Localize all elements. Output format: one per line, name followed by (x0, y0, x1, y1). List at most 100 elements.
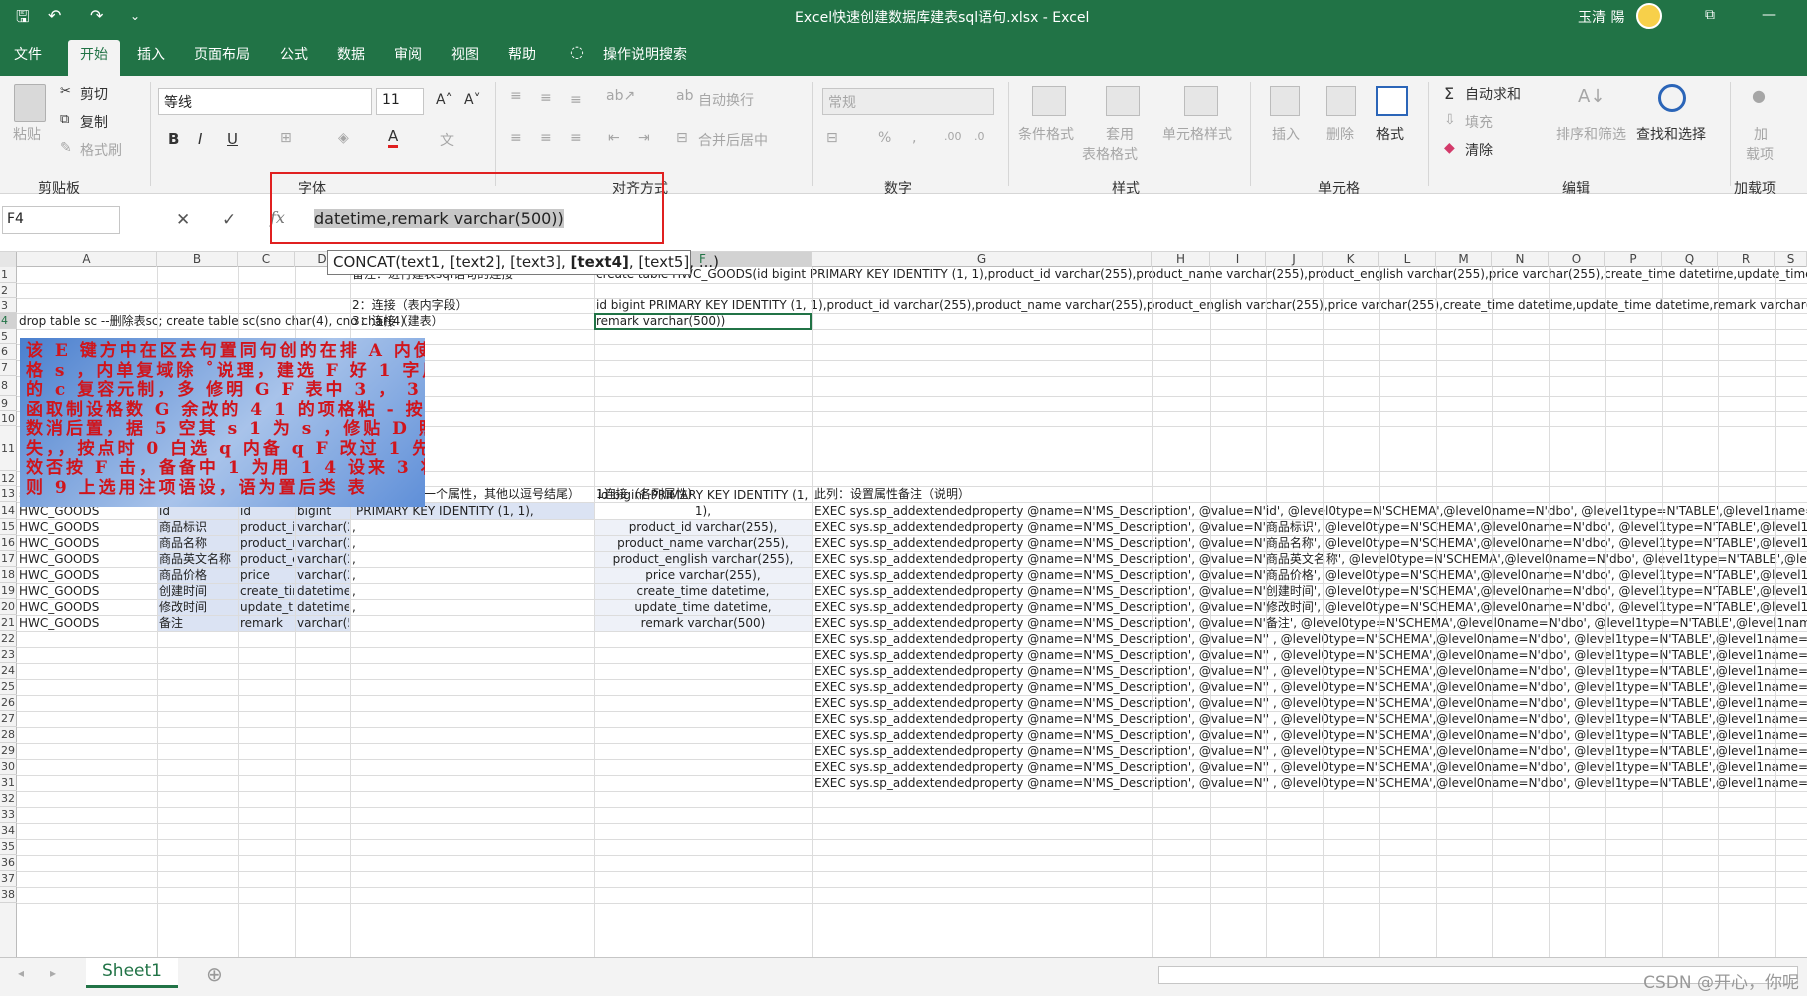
cell-F1[interactable]: create table HWC_GOODS(id bigint PRIMARY… (596, 267, 1807, 282)
cell-D18[interactable]: varchar(255) (297, 568, 349, 583)
table-format-icon[interactable] (1106, 86, 1140, 116)
column-header-p[interactable]: P (1605, 252, 1662, 267)
fill-icon[interactable]: ⇩ (1444, 112, 1456, 128)
cell-F16[interactable]: product_name varchar(255), (594, 536, 812, 551)
cell-G24[interactable]: EXEC sys.sp_addextendedproperty @name=N'… (814, 664, 1807, 679)
cell-G14[interactable]: EXEC sys.sp_addextendedproperty @name=N'… (814, 504, 1807, 519)
cell-F3[interactable]: id bigint PRIMARY KEY IDENTITY (1, 1),pr… (596, 298, 1807, 313)
autosum-icon[interactable]: Σ (1444, 84, 1454, 103)
row-header-29[interactable]: 29 (0, 743, 17, 759)
row-header-11[interactable]: 11 (0, 426, 17, 471)
cell-styles-icon[interactable] (1184, 86, 1218, 116)
bordered-cell[interactable] (295, 727, 351, 744)
clear-button[interactable]: 清除 (1465, 140, 1493, 160)
addin-button-label[interactable]: 载项 (1746, 144, 1774, 164)
row-header-2[interactable]: 2 (0, 283, 17, 298)
row-header-20[interactable]: 20 (0, 599, 17, 615)
cell-C16[interactable]: product_name (240, 536, 294, 551)
row-header-33[interactable]: 33 (0, 807, 17, 823)
tab-data[interactable]: 数据 (337, 44, 365, 64)
row-header-30[interactable]: 30 (0, 759, 17, 775)
column-header-j[interactable]: J (1266, 252, 1323, 267)
cut-icon[interactable]: ✂ (60, 84, 71, 99)
column-header-b[interactable]: B (157, 252, 238, 267)
row-header-13[interactable]: 13 (0, 486, 17, 502)
align-middle-icon[interactable]: ≡ (540, 90, 552, 106)
row-header-32[interactable]: 32 (0, 791, 17, 807)
align-center-icon[interactable]: ≡ (540, 130, 552, 146)
number-format-combo[interactable]: 常规 (822, 88, 994, 115)
row-header-16[interactable]: 16 (0, 535, 17, 551)
delete-cells-button[interactable]: 删除 (1326, 124, 1354, 144)
row-header-21[interactable]: 21 (0, 615, 17, 631)
format-cells-button[interactable]: 格式 (1376, 124, 1404, 144)
insert-cells-button[interactable]: 插入 (1272, 124, 1300, 144)
table-format-label[interactable]: 表格格式 (1082, 144, 1138, 164)
row-header-22[interactable]: 22 (0, 631, 17, 647)
column-header-i[interactable]: I (1210, 252, 1266, 267)
align-top-icon[interactable]: ≡ (510, 88, 522, 104)
cell-F17[interactable]: product_english varchar(255), (594, 552, 812, 567)
cell-A21[interactable]: HWC_GOODS (19, 616, 156, 631)
enter-icon[interactable]: ✓ (222, 210, 236, 230)
align-bottom-icon[interactable]: ≡ (570, 92, 582, 108)
decrease-decimal-icon[interactable]: .0 (974, 130, 985, 143)
tab-home[interactable]: 开始 (68, 40, 120, 76)
bordered-cell[interactable] (157, 743, 239, 760)
cell-G20[interactable]: EXEC sys.sp_addextendedproperty @name=N'… (814, 600, 1807, 615)
add-sheet-icon[interactable]: ⊕ (206, 962, 223, 986)
tab-view[interactable]: 视图 (451, 44, 479, 64)
cell-E16[interactable]: , (352, 536, 593, 551)
sheet-next-icon[interactable]: ▸ (50, 966, 56, 980)
cell-F21[interactable]: remark varchar(500) (594, 616, 812, 631)
format-painter-icon[interactable]: ✎ (60, 140, 72, 156)
row-header-26[interactable]: 26 (0, 695, 17, 711)
cell-B19[interactable]: 创建时间 (159, 584, 237, 599)
tab-file[interactable]: 文件 (14, 44, 42, 64)
cell-G13[interactable]: 此列：设置属性备注（说明） (814, 487, 970, 502)
cell-F15[interactable]: product_id varchar(255), (594, 520, 812, 535)
delete-cells-icon[interactable] (1326, 86, 1356, 116)
cell-A4[interactable]: drop table sc --删除表sc; create table sc(s… (19, 314, 405, 329)
addin-icon[interactable]: ● (1752, 86, 1766, 105)
comma-button[interactable]: , (912, 130, 916, 146)
align-left-icon[interactable]: ≡ (510, 130, 522, 146)
row-header-31[interactable]: 31 (0, 775, 17, 791)
cell-C18[interactable]: price (240, 568, 294, 583)
tab-formulas[interactable]: 公式 (280, 44, 308, 64)
row-header-8[interactable]: 8 (0, 376, 17, 396)
grow-font-icon[interactable]: A˄ (436, 92, 453, 108)
cell-A19[interactable]: HWC_GOODS (19, 584, 156, 599)
cell-D20[interactable]: datetime (297, 600, 349, 615)
cell-F20[interactable]: update_time datetime, (594, 600, 812, 615)
font-name-combo[interactable]: 等线 (158, 88, 372, 115)
row-header-38[interactable]: 38 (0, 887, 17, 903)
sheet-tab-sheet1[interactable]: Sheet1 (86, 958, 178, 988)
find-select-button[interactable]: 查找和选择 (1636, 124, 1706, 144)
column-header-n[interactable]: N (1492, 252, 1549, 267)
cell-G31[interactable]: EXEC sys.sp_addextendedproperty @name=N'… (814, 776, 1807, 791)
undo-icon[interactable]: ↶ (48, 6, 61, 25)
row-header-14[interactable]: 14 (0, 502, 17, 519)
row-header-37[interactable]: 37 (0, 871, 17, 887)
cell-G26[interactable]: EXEC sys.sp_addextendedproperty @name=N'… (814, 696, 1807, 711)
cell-E17[interactable]: , (352, 552, 593, 567)
row-header-28[interactable]: 28 (0, 727, 17, 743)
avatar[interactable] (1636, 3, 1662, 29)
bold-button[interactable]: B (168, 130, 179, 148)
row-header-19[interactable]: 19 (0, 583, 17, 599)
user-name[interactable]: 玉清 陽 (1578, 7, 1624, 27)
shrink-font-icon[interactable]: A˅ (464, 92, 481, 108)
cell-B15[interactable]: 商品标识 (159, 520, 237, 535)
cell-G17[interactable]: EXEC sys.sp_addextendedproperty @name=N'… (814, 552, 1807, 567)
merge-center-button[interactable]: 合并后居中 (698, 130, 768, 150)
cell-C15[interactable]: product_id (240, 520, 294, 535)
column-header-k[interactable]: K (1323, 252, 1379, 267)
column-header-h[interactable]: H (1152, 252, 1210, 267)
sheet-prev-icon[interactable]: ◂ (18, 966, 24, 980)
column-header-o[interactable]: O (1549, 252, 1605, 267)
column-header-s[interactable]: S (1775, 252, 1807, 267)
active-cell-F4[interactable] (594, 313, 812, 330)
cell-E4[interactable]: 3：连接（建表） (352, 314, 444, 329)
row-header-4[interactable]: 4 (0, 313, 17, 329)
